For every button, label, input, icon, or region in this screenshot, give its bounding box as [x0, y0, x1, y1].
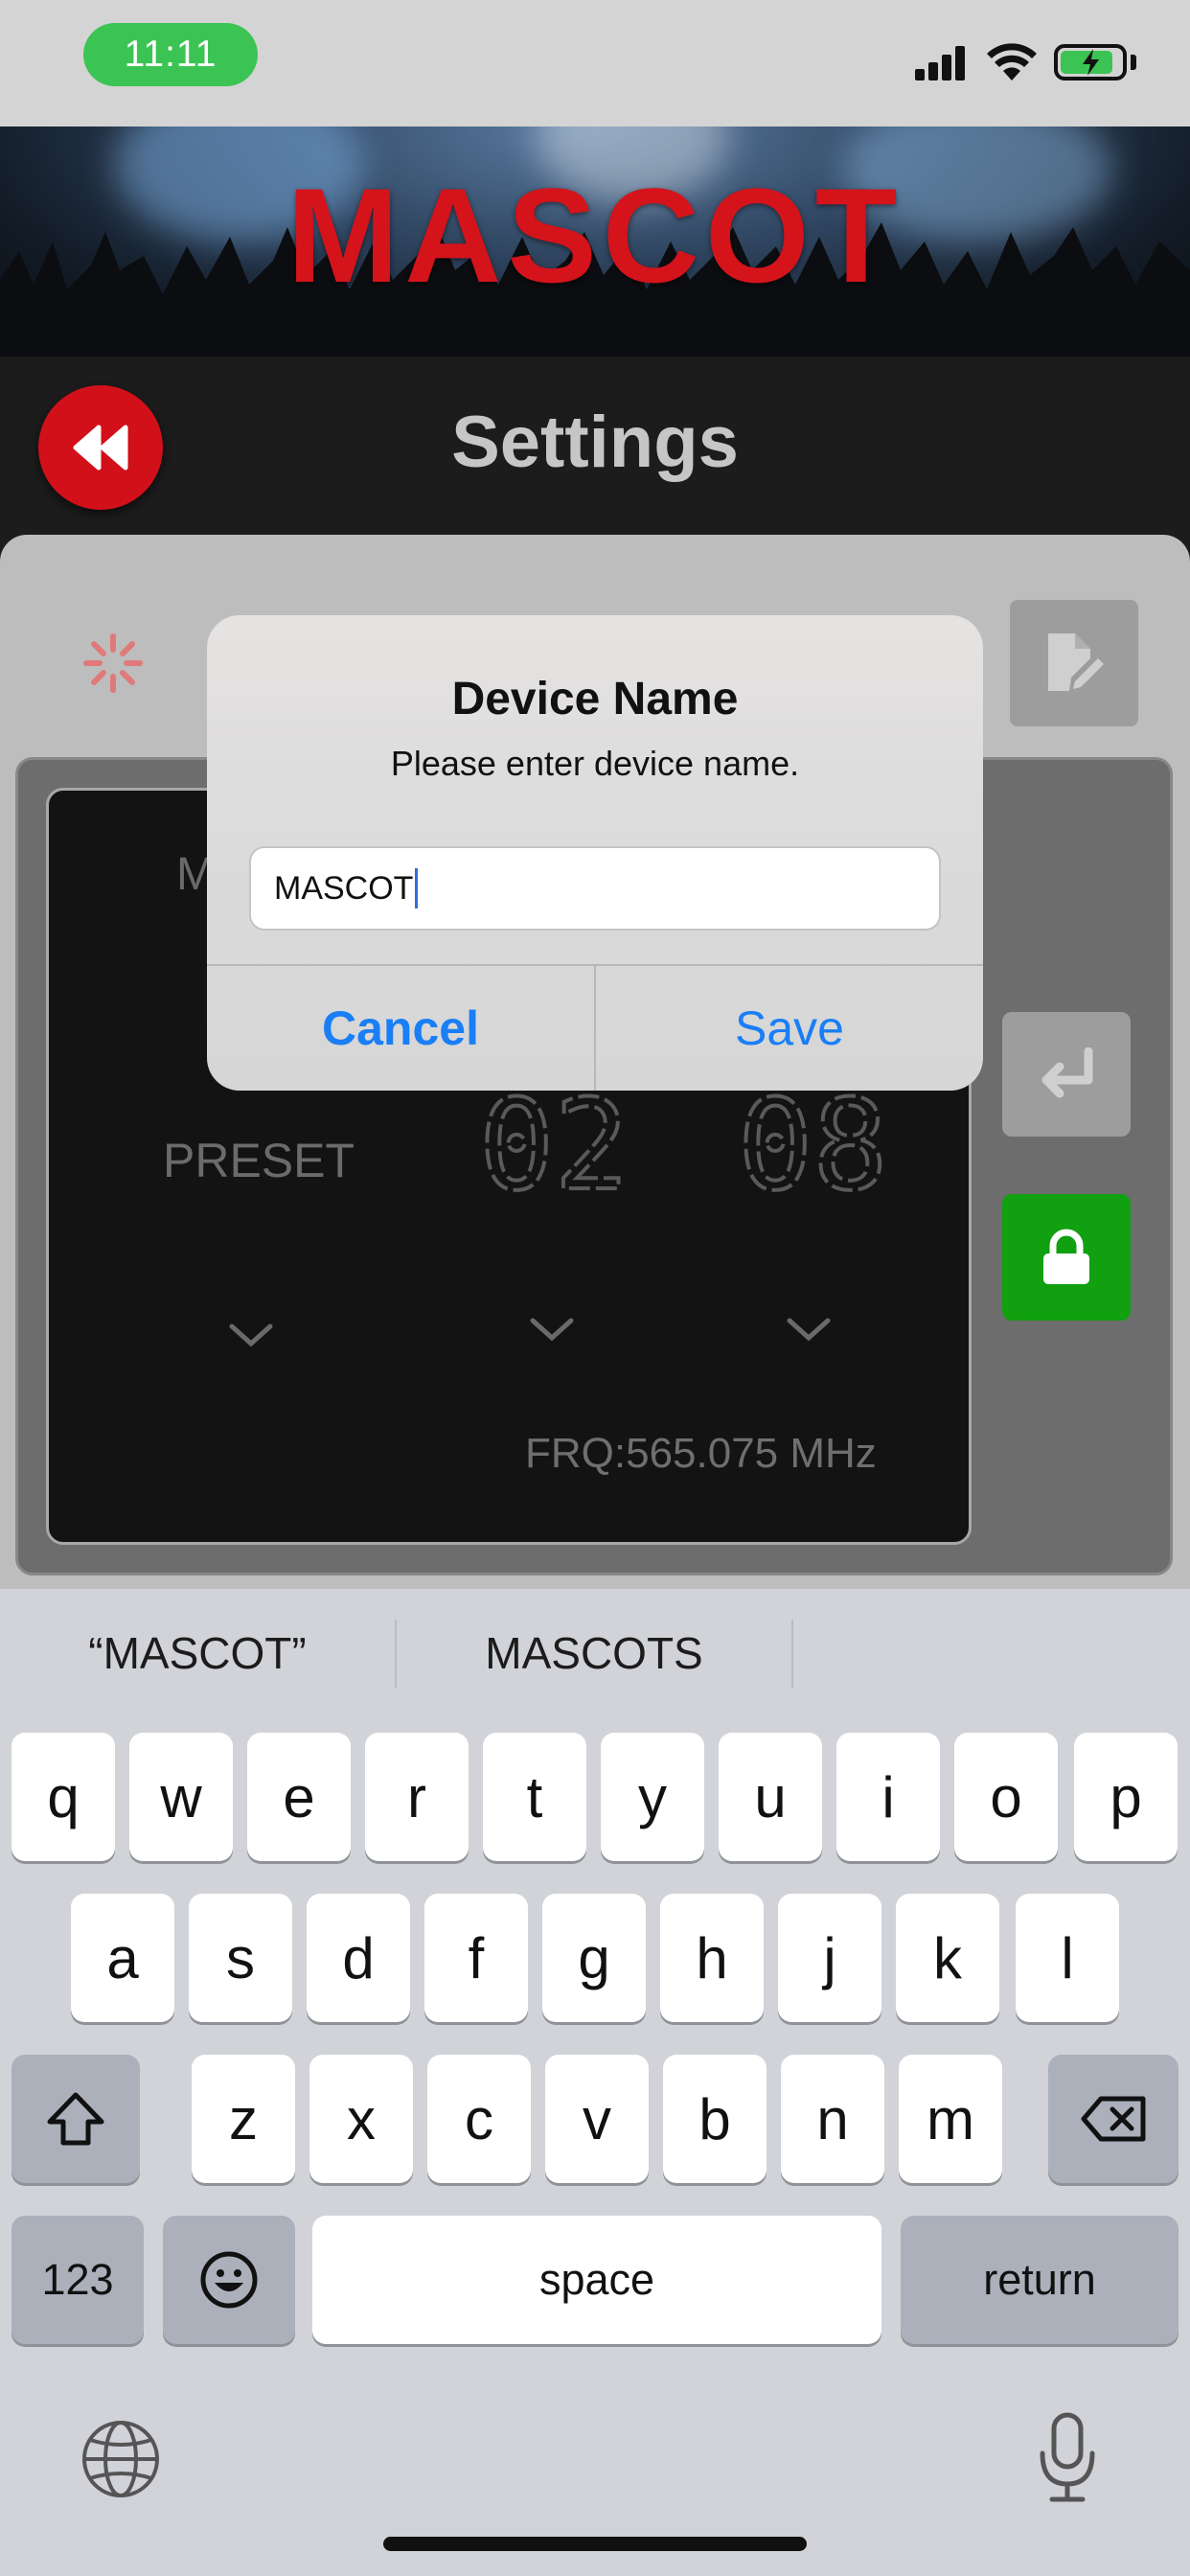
key-u[interactable]: u — [719, 1733, 822, 1861]
key-h[interactable]: h — [660, 1894, 764, 2022]
key-q[interactable]: q — [11, 1733, 115, 1861]
device-name-input[interactable]: MASCOT — [249, 846, 941, 931]
group-digits: 02 — [479, 1092, 631, 1198]
home-indicator — [383, 2537, 807, 2551]
emoji-icon — [200, 2251, 258, 2309]
signal-icon — [915, 46, 967, 80]
chevron-down-icon[interactable] — [226, 1319, 276, 1351]
suggestion-divider — [791, 1620, 793, 1689]
edit-button[interactable] — [1010, 600, 1138, 726]
key-w[interactable]: w — [129, 1733, 233, 1861]
battery-icon — [1054, 44, 1127, 80]
key-d[interactable]: d — [307, 1894, 410, 2022]
key-i[interactable]: i — [836, 1733, 940, 1861]
emoji-key[interactable] — [163, 2216, 295, 2344]
numbers-key[interactable]: 123 — [11, 2216, 144, 2344]
enter-button[interactable] — [1002, 1012, 1131, 1137]
key-g[interactable]: g — [542, 1894, 646, 2022]
wifi-icon — [987, 43, 1037, 80]
svg-text:08: 08 — [738, 1092, 888, 1198]
key-f[interactable]: f — [424, 1894, 528, 2022]
key-y[interactable]: y — [601, 1733, 704, 1861]
device-name-value: MASCOT — [274, 869, 414, 907]
key-l[interactable]: l — [1016, 1894, 1119, 2022]
key-p[interactable]: p — [1074, 1733, 1178, 1861]
shift-key[interactable] — [11, 2055, 140, 2183]
status-time: 11:11 — [83, 23, 258, 86]
text-caret — [415, 868, 419, 908]
space-key[interactable]: space — [312, 2216, 881, 2344]
preset-label: PRESET — [163, 1134, 355, 1187]
dialog-title: Device Name — [451, 674, 739, 724]
suggestion-item[interactable]: MASCOTS — [397, 1610, 791, 1696]
key-e[interactable]: e — [247, 1733, 351, 1861]
key-b[interactable]: b — [663, 2055, 767, 2183]
key-m[interactable]: m — [899, 2055, 1002, 2183]
brand-logo-text: MASCOT — [286, 160, 904, 310]
key-k[interactable]: k — [896, 1894, 999, 2022]
key-r[interactable]: r — [365, 1733, 469, 1861]
battery-cap — [1131, 55, 1136, 70]
chevron-down-icon[interactable] — [527, 1313, 577, 1346]
channel-digits: 08 — [738, 1092, 890, 1198]
key-c[interactable]: c — [427, 2055, 531, 2183]
backspace-icon — [1081, 2096, 1146, 2142]
return-arrow-icon — [1041, 1047, 1093, 1098]
key-t[interactable]: t — [483, 1733, 586, 1861]
page-title: Settings — [451, 402, 739, 483]
key-s[interactable]: s — [189, 1894, 292, 2022]
svg-text:02: 02 — [479, 1092, 629, 1198]
key-a[interactable]: a — [71, 1894, 174, 2022]
key-n[interactable]: n — [781, 2055, 884, 2183]
shift-icon — [47, 2092, 104, 2146]
device-name-dialog: Device Name Please enter device name. MA… — [207, 615, 983, 1091]
globe-icon[interactable] — [80, 2419, 161, 2499]
chevron-down-icon[interactable] — [784, 1313, 834, 1346]
spinner-icon — [83, 633, 143, 693]
lock-button[interactable] — [1002, 1194, 1131, 1321]
dialog-message: Please enter device name. — [390, 744, 800, 783]
key-j[interactable]: j — [778, 1894, 881, 2022]
key-o[interactable]: o — [954, 1733, 1058, 1861]
lock-icon — [1043, 1229, 1089, 1284]
save-button[interactable]: Save — [596, 966, 983, 1091]
return-key[interactable]: return — [901, 2216, 1179, 2344]
backspace-key[interactable] — [1048, 2055, 1179, 2183]
key-x[interactable]: x — [309, 2055, 413, 2183]
suggestion-item[interactable]: “MASCOT” — [0, 1610, 395, 1696]
frequency-readout: FRQ:565.075 MHz — [525, 1430, 877, 1477]
key-z[interactable]: z — [192, 2055, 295, 2183]
edit-document-icon — [1048, 633, 1104, 691]
key-v[interactable]: v — [545, 2055, 649, 2183]
cancel-button[interactable]: Cancel — [207, 966, 594, 1091]
microphone-icon[interactable] — [1039, 2411, 1096, 2503]
